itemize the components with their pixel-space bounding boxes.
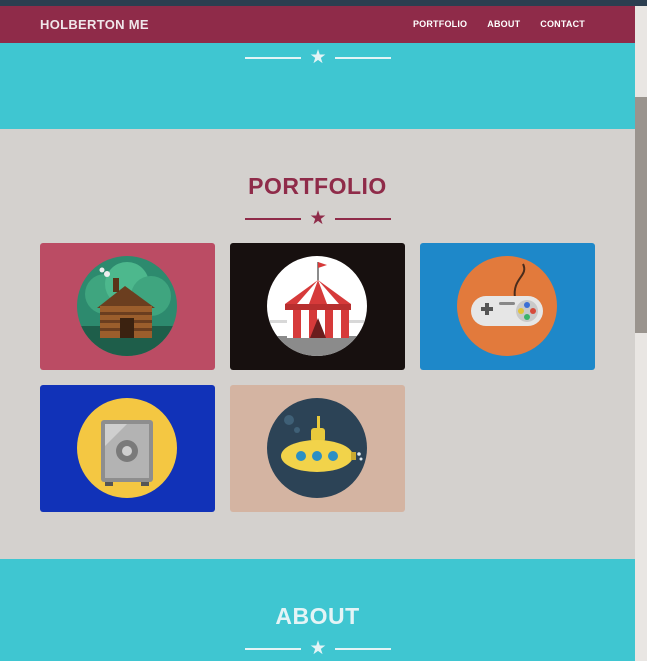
portfolio-star-divider: ★ [245, 209, 391, 228]
portfolio-item-controller[interactable] [420, 243, 595, 370]
portfolio-section: PORTFOLIO ★ [0, 129, 635, 559]
about-star-divider: ★ [245, 639, 391, 658]
star-icon: ★ [309, 47, 327, 68]
portfolio-item-cabin[interactable] [40, 243, 215, 370]
divider-line [245, 647, 301, 650]
portfolio-title: PORTFOLIO [248, 173, 387, 199]
hero-section: ★ [0, 43, 635, 129]
portfolio-item-circus[interactable] [230, 243, 405, 370]
nav-link-contact[interactable]: CONTACT [540, 19, 585, 29]
brand-link[interactable]: HOLBERTON ME [40, 17, 149, 32]
scrollbar-thumb[interactable] [635, 97, 647, 333]
star-icon: ★ [309, 208, 327, 229]
nav-links: PORTFOLIO ABOUT CONTACT [413, 19, 585, 29]
about-title: ABOUT [275, 603, 360, 629]
divider-line [335, 217, 391, 220]
about-section: ABOUT ★ [0, 559, 635, 661]
divider-line [245, 56, 301, 59]
safe-icon [77, 398, 177, 498]
game-controller-icon [457, 256, 557, 356]
hero-star-divider: ★ [245, 48, 391, 67]
submarine-icon [267, 398, 367, 498]
log-cabin-icon [77, 256, 177, 356]
portfolio-item-submarine[interactable] [230, 385, 405, 512]
nav-link-portfolio[interactable]: PORTFOLIO [413, 19, 467, 29]
divider-line [335, 56, 391, 59]
divider-line [245, 217, 301, 220]
portfolio-item-safe[interactable] [40, 385, 215, 512]
nav-link-about[interactable]: ABOUT [487, 19, 520, 29]
circus-tent-icon [267, 256, 367, 356]
navbar: HOLBERTON ME PORTFOLIO ABOUT CONTACT [0, 6, 635, 43]
star-icon: ★ [309, 638, 327, 659]
divider-line [335, 647, 391, 650]
